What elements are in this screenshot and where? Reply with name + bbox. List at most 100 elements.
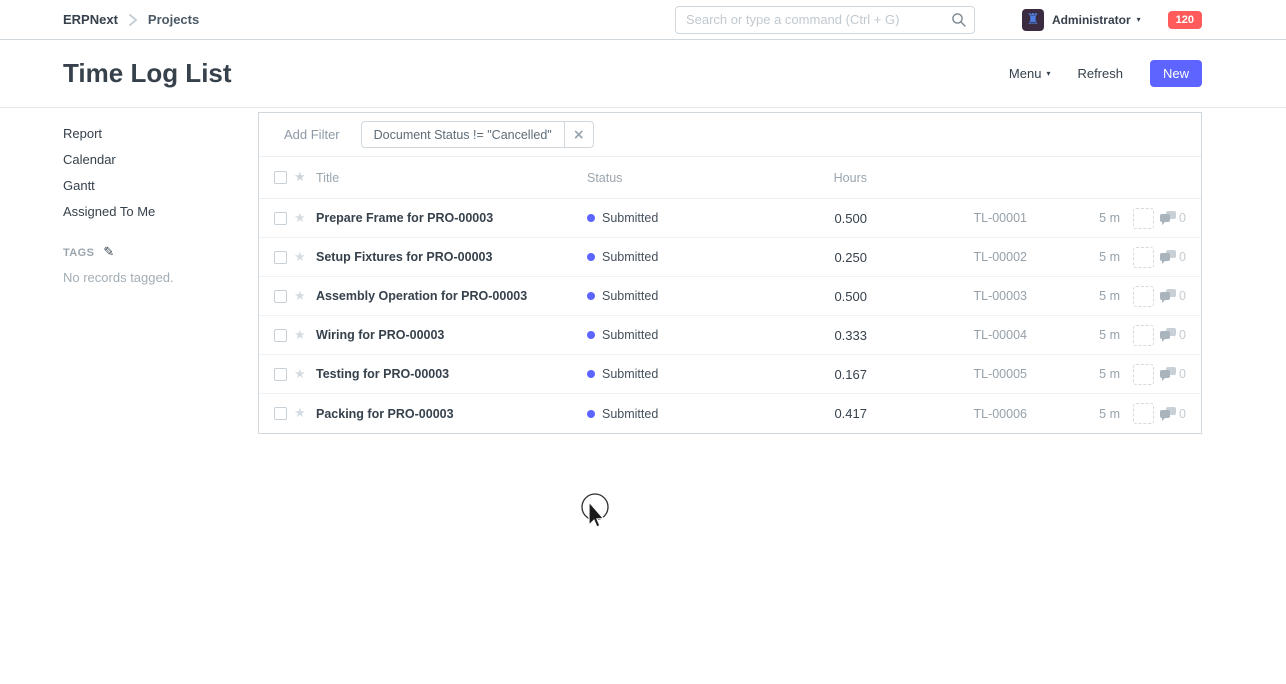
star-icon[interactable]: ★ — [294, 328, 316, 343]
mouse-cursor — [578, 491, 624, 541]
table-row[interactable]: ★ Packing for PRO-00003 Submitted 0.417 … — [259, 394, 1201, 433]
assign-placeholder-icon[interactable] — [1133, 247, 1154, 268]
row-checkbox-cell — [274, 251, 294, 264]
status-dot-icon — [587, 370, 595, 378]
row-hours: 0.417 — [737, 406, 867, 421]
row-title-link[interactable]: Setup Fixtures for PRO-00003 — [316, 250, 587, 264]
menu-button[interactable]: Menu ▾ — [1009, 66, 1051, 81]
star-icon[interactable]: ★ — [294, 367, 316, 382]
row-title-link[interactable]: Testing for PRO-00003 — [316, 367, 587, 381]
row-status: Submitted — [587, 211, 737, 225]
filter-area: Add Filter Document Status != "Cancelled… — [259, 113, 1201, 157]
filter-chip-label[interactable]: Document Status != "Cancelled" — [362, 122, 564, 147]
star-icon[interactable]: ★ — [294, 211, 316, 226]
menu-button-label: Menu — [1009, 66, 1042, 81]
row-modified-time: 5 m — [1027, 289, 1120, 303]
search-input[interactable] — [675, 6, 975, 34]
status-label: Submitted — [602, 289, 658, 303]
assign-placeholder-icon[interactable] — [1133, 325, 1154, 346]
assign-cell — [1120, 325, 1154, 346]
row-status: Submitted — [587, 250, 737, 264]
sidebar-item-assigned-to-me[interactable]: Assigned To Me — [63, 199, 258, 224]
row-status: Submitted — [587, 328, 737, 342]
notification-badge[interactable]: 120 — [1168, 11, 1202, 29]
assign-placeholder-icon[interactable] — [1133, 286, 1154, 307]
breadcrumb-projects-link[interactable]: Projects — [148, 12, 199, 27]
row-status: Submitted — [587, 407, 737, 421]
assign-placeholder-icon[interactable] — [1133, 208, 1154, 229]
comment-count-value: 0 — [1179, 328, 1186, 342]
header-title: Title — [316, 171, 587, 185]
row-checkbox[interactable] — [274, 251, 287, 264]
chevron-down-icon: ▾ — [1046, 69, 1050, 78]
breadcrumb-chevron-icon — [128, 14, 138, 26]
row-hours: 0.500 — [737, 211, 867, 226]
sidebar-item-report[interactable]: Report — [63, 121, 258, 146]
comment-count-value: 0 — [1179, 250, 1186, 264]
row-checkbox[interactable] — [274, 212, 287, 225]
user-avatar[interactable]: ♜ — [1022, 9, 1044, 31]
row-checkbox-cell — [274, 407, 294, 420]
star-icon[interactable]: ★ — [294, 250, 316, 265]
comment-icon — [1160, 211, 1176, 225]
comment-count: 0 — [1154, 367, 1186, 381]
star-icon[interactable]: ★ — [294, 406, 316, 421]
select-all-checkbox[interactable] — [274, 171, 287, 184]
star-icon[interactable]: ★ — [294, 289, 316, 304]
row-title-link[interactable]: Prepare Frame for PRO-00003 — [316, 211, 587, 225]
comment-icon — [1160, 289, 1176, 303]
status-dot-icon — [587, 410, 595, 418]
tags-empty-text: No records tagged. — [63, 270, 258, 285]
status-label: Submitted — [602, 328, 658, 342]
table-row[interactable]: ★ Setup Fixtures for PRO-00003 Submitted… — [259, 238, 1201, 277]
row-checkbox-cell — [274, 368, 294, 381]
status-dot-icon — [587, 331, 595, 339]
table-row[interactable]: ★ Prepare Frame for PRO-00003 Submitted … — [259, 199, 1201, 238]
table-row[interactable]: ★ Testing for PRO-00003 Submitted 0.167 … — [259, 355, 1201, 394]
row-checkbox-cell — [274, 329, 294, 342]
comment-icon — [1160, 328, 1176, 342]
select-all-checkbox-cell — [274, 171, 294, 184]
brand-link[interactable]: ERPNext — [63, 12, 118, 27]
tags-section: TAGS ✎ No records tagged. — [63, 245, 258, 285]
assign-placeholder-icon[interactable] — [1133, 364, 1154, 385]
row-checkbox[interactable] — [274, 407, 287, 420]
list-rows: ★ Prepare Frame for PRO-00003 Submitted … — [259, 199, 1201, 433]
assign-cell — [1120, 403, 1154, 424]
row-checkbox[interactable] — [274, 290, 287, 303]
edit-tags-pencil-icon[interactable]: ✎ — [103, 245, 114, 260]
comment-count-value: 0 — [1179, 289, 1186, 303]
comment-icon — [1160, 407, 1176, 421]
add-filter-button[interactable]: Add Filter — [284, 127, 340, 142]
new-button[interactable]: New — [1150, 60, 1202, 87]
user-menu[interactable]: Administrator ▾ — [1052, 13, 1141, 27]
row-status: Submitted — [587, 367, 737, 381]
row-hours: 0.500 — [737, 289, 867, 304]
row-modified-time: 5 m — [1027, 250, 1120, 264]
table-row[interactable]: ★ Assembly Operation for PRO-00003 Submi… — [259, 277, 1201, 316]
table-row[interactable]: ★ Wiring for PRO-00003 Submitted 0.333 T… — [259, 316, 1201, 355]
assign-placeholder-icon[interactable] — [1133, 403, 1154, 424]
row-document-id: TL-00002 — [867, 250, 1027, 264]
top-navbar: ERPNext Projects ♜ Administrator ▾ 120 — [0, 0, 1286, 40]
sidebar-item-calendar[interactable]: Calendar — [63, 147, 258, 172]
search-icon[interactable] — [951, 12, 967, 33]
comment-icon — [1160, 250, 1176, 264]
assign-cell — [1120, 208, 1154, 229]
row-title-link[interactable]: Packing for PRO-00003 — [316, 407, 587, 421]
list-card: Add Filter Document Status != "Cancelled… — [258, 112, 1202, 434]
sidebar-item-gantt[interactable]: Gantt — [63, 173, 258, 198]
page-actions: Menu ▾ Refresh New — [1009, 60, 1202, 87]
row-checkbox-cell — [274, 212, 294, 225]
row-title-link[interactable]: Wiring for PRO-00003 — [316, 328, 587, 342]
status-label: Submitted — [602, 211, 658, 225]
comment-count-value: 0 — [1179, 367, 1186, 381]
filter-chip-close-icon[interactable]: × — [564, 122, 593, 147]
tags-label: TAGS — [63, 247, 94, 259]
row-document-id: TL-00003 — [867, 289, 1027, 303]
status-dot-icon — [587, 253, 595, 261]
row-checkbox[interactable] — [274, 368, 287, 381]
row-title-link[interactable]: Assembly Operation for PRO-00003 — [316, 289, 587, 303]
row-checkbox[interactable] — [274, 329, 287, 342]
refresh-button[interactable]: Refresh — [1077, 66, 1123, 81]
